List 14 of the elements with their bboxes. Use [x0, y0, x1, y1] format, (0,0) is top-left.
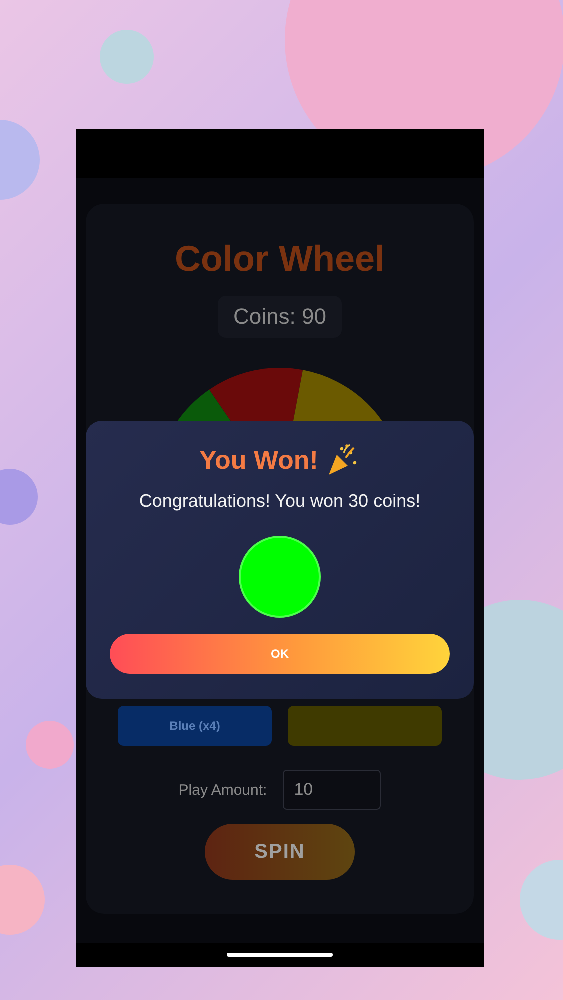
bubble — [0, 865, 45, 935]
bubble — [0, 469, 38, 525]
dialog-title: You Won! — [200, 444, 318, 476]
dialog-message: Congratulations! You won 30 coins! — [139, 491, 421, 512]
coin-balance: Coins: 90 — [218, 296, 342, 338]
bubble — [26, 721, 74, 769]
spin-button[interactable]: SPIN — [205, 824, 355, 880]
play-amount-label: Play Amount: — [178, 782, 268, 798]
play-amount-field[interactable]: 10 — [283, 770, 382, 810]
bet-button[interactable] — [288, 706, 442, 746]
ok-button[interactable]: OK — [110, 634, 450, 674]
bubble — [100, 30, 154, 84]
app-title: Color Wheel — [174, 238, 385, 280]
bet-button[interactable]: Blue (x4) — [118, 706, 272, 746]
